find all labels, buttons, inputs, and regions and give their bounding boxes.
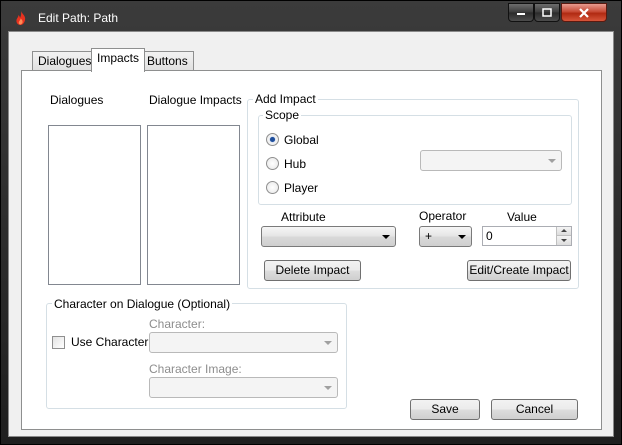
use-character-label[interactable]: Use Character [71, 335, 148, 349]
dialogues-list[interactable] [48, 125, 141, 285]
scope-global-radio[interactable] [266, 133, 279, 146]
use-character-checkbox[interactable] [52, 336, 65, 349]
character-image-select[interactable] [149, 377, 338, 398]
scope-hub-radio[interactable] [266, 157, 279, 170]
maximize-button[interactable] [534, 3, 560, 22]
attribute-label: Attribute [281, 210, 326, 224]
character-group-title: Character on Dialogue (Optional) [52, 297, 233, 311]
character-image-label: Character Image: [149, 362, 242, 376]
edit-path-window: Edit Path: Path Dialogues Impacts Button… [0, 0, 622, 445]
edit-create-impact-button[interactable]: Edit/Create Impact [467, 260, 571, 281]
save-button[interactable]: Save [410, 399, 480, 420]
dialog-client-area: Dialogues Impacts Buttons Dialogues Dial… [8, 31, 614, 437]
character-select[interactable] [149, 332, 338, 353]
dialogue-impacts-list[interactable] [147, 125, 240, 285]
chevron-down-icon [458, 235, 466, 239]
minimize-icon [517, 12, 525, 15]
minimize-button[interactable] [508, 3, 534, 22]
character-label: Character: [149, 317, 206, 331]
tab-buttons[interactable]: Buttons [141, 51, 194, 71]
value-stepper[interactable]: 0 [482, 226, 572, 246]
chevron-down-icon [324, 386, 332, 390]
chevron-down-icon [382, 235, 390, 239]
close-icon [579, 7, 589, 18]
hub-select[interactable] [420, 150, 562, 171]
cancel-button[interactable]: Cancel [491, 399, 578, 420]
operator-select[interactable]: + [419, 226, 472, 247]
operator-label: Operator [419, 209, 467, 223]
title-bar[interactable]: Edit Path: Path [1, 1, 621, 35]
chevron-down-icon [548, 159, 556, 163]
chevron-down-icon [324, 341, 332, 345]
tab-dialogues[interactable]: Dialogues [32, 51, 98, 71]
maximize-icon [542, 8, 552, 17]
close-button[interactable] [561, 3, 607, 22]
spin-down-icon[interactable] [556, 236, 571, 245]
scope-title: Scope [263, 108, 302, 122]
dialogue-impacts-label: Dialogue Impacts [149, 93, 242, 107]
value-stepper-text[interactable]: 0 [486, 229, 493, 243]
add-impact-title: Add Impact [253, 92, 318, 106]
tab-impacts[interactable]: Impacts [91, 48, 146, 72]
scope-player-label[interactable]: Player [284, 181, 318, 195]
delete-impact-button[interactable]: Delete Impact [264, 260, 361, 281]
attribute-select[interactable] [261, 226, 396, 247]
impacts-tab-panel: Dialogues Dialogue Impacts Add Impact Sc… [21, 70, 602, 430]
dialogues-label: Dialogues [50, 93, 104, 107]
scope-global-label[interactable]: Global [284, 133, 319, 147]
scope-hub-label[interactable]: Hub [284, 157, 306, 171]
operator-select-value: + [425, 229, 433, 243]
value-label: Value [507, 210, 537, 224]
spin-up-icon[interactable] [556, 227, 571, 236]
flame-icon [13, 10, 29, 26]
scope-player-radio[interactable] [266, 181, 279, 194]
window-title: Edit Path: Path [38, 11, 119, 25]
